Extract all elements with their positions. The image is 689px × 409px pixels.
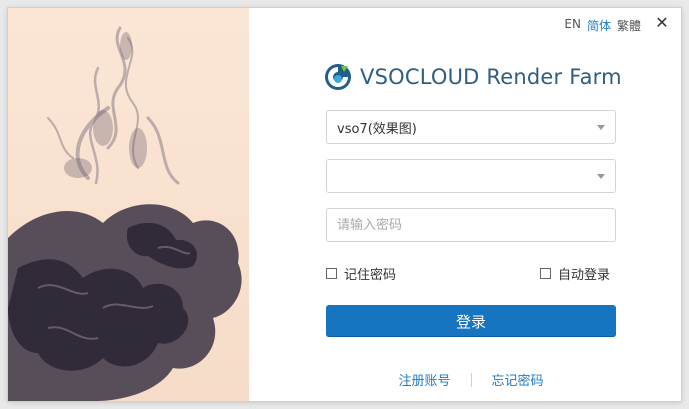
lang-traditional-chinese[interactable]: 繁體 (617, 17, 641, 34)
lang-en[interactable]: EN (564, 17, 581, 34)
register-link[interactable]: 注册账号 (398, 370, 450, 389)
remember-password-checkbox[interactable]: 记住密码 (326, 264, 396, 283)
brand-header: VSOCLOUD Render Farm (324, 60, 622, 94)
brand-name: VSOCLOUD Render Farm (360, 65, 622, 89)
checkbox-box[interactable] (326, 268, 337, 279)
auto-login-checkbox[interactable]: 自动登录 (540, 264, 610, 283)
ink-smoke-illustration (8, 8, 249, 401)
chevron-down-icon (597, 174, 605, 179)
server-select[interactable]: vso7(效果图) (326, 110, 616, 144)
login-button[interactable]: 登录 (326, 305, 616, 337)
login-window: EN 简体 繁體 ✕ VSOCLOUD Render Farm vso7(效果图… (8, 8, 681, 401)
vsocloud-logo-icon (325, 64, 351, 90)
lang-simplified-chinese[interactable]: 简体 (587, 17, 611, 34)
close-icon[interactable]: ✕ (653, 14, 671, 32)
checkbox-box[interactable] (540, 268, 551, 279)
footer-links: 注册账号 忘记密码 (326, 370, 616, 389)
hero-image (8, 8, 249, 401)
password-input[interactable] (337, 217, 605, 233)
remember-password-label: 记住密码 (344, 268, 397, 283)
auto-login-label: 自动登录 (558, 268, 611, 283)
chevron-down-icon (597, 125, 605, 130)
account-select[interactable] (326, 159, 616, 193)
language-switcher: EN 简体 繁體 (564, 17, 641, 34)
server-select-value: vso7(效果图) (337, 121, 417, 137)
divider (470, 372, 472, 387)
password-field[interactable] (326, 208, 616, 242)
forgot-password-link[interactable]: 忘记密码 (492, 370, 544, 389)
